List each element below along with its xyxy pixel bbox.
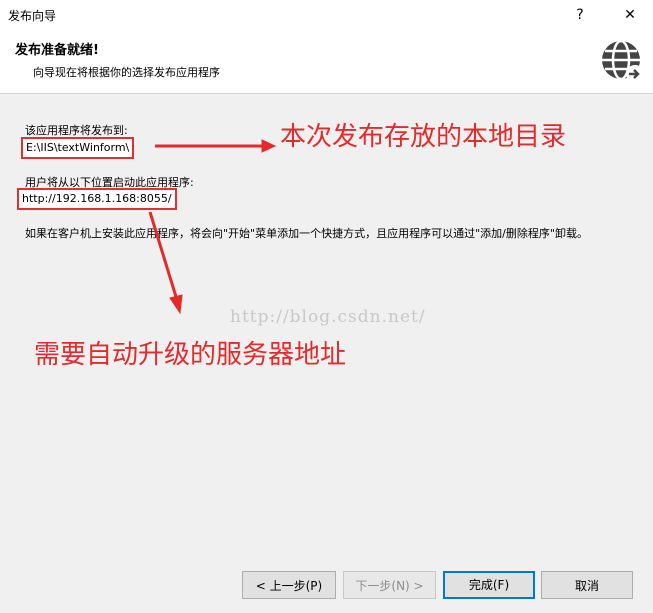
watermark: http://blog.csdn.net/ xyxy=(230,307,426,327)
info-text: 如果在客户机上安装此应用程序，将会向"开始"菜单添加一个快捷方式，且应用程序可以… xyxy=(25,227,588,240)
publish-to-label: 该应用程序将发布到: xyxy=(25,124,128,137)
annotation-update-server: 需要自动升级的服务器地址 xyxy=(34,340,347,370)
cancel-button[interactable]: 取消 xyxy=(541,571,633,599)
next-button[interactable]: 下一步(N) > xyxy=(343,571,436,599)
back-button[interactable]: < 上一步(P) xyxy=(242,571,336,599)
window-title: 发布向导 xyxy=(8,9,57,23)
wizard-header: 发布准备就绪! 向导现在将根据你的选择发布应用程序 xyxy=(0,30,653,94)
globe-icon xyxy=(602,39,644,83)
help-button[interactable]: ? xyxy=(566,4,594,26)
header-title: 发布准备就绪! xyxy=(15,43,99,58)
launch-from-value: http://192.168.1.168:8055/ xyxy=(17,188,177,210)
finish-button[interactable]: 完成(F) xyxy=(443,571,535,599)
publish-to-value: E:\IIS\textWinform\ xyxy=(21,137,135,159)
header-subtitle: 向导现在将根据你的选择发布应用程序 xyxy=(33,66,220,79)
close-button[interactable]: ✕ xyxy=(616,4,644,26)
annotation-local-dir: 本次发布存放的本地目录 xyxy=(280,122,567,152)
title-bar: 发布向导 ? ✕ xyxy=(0,0,653,30)
